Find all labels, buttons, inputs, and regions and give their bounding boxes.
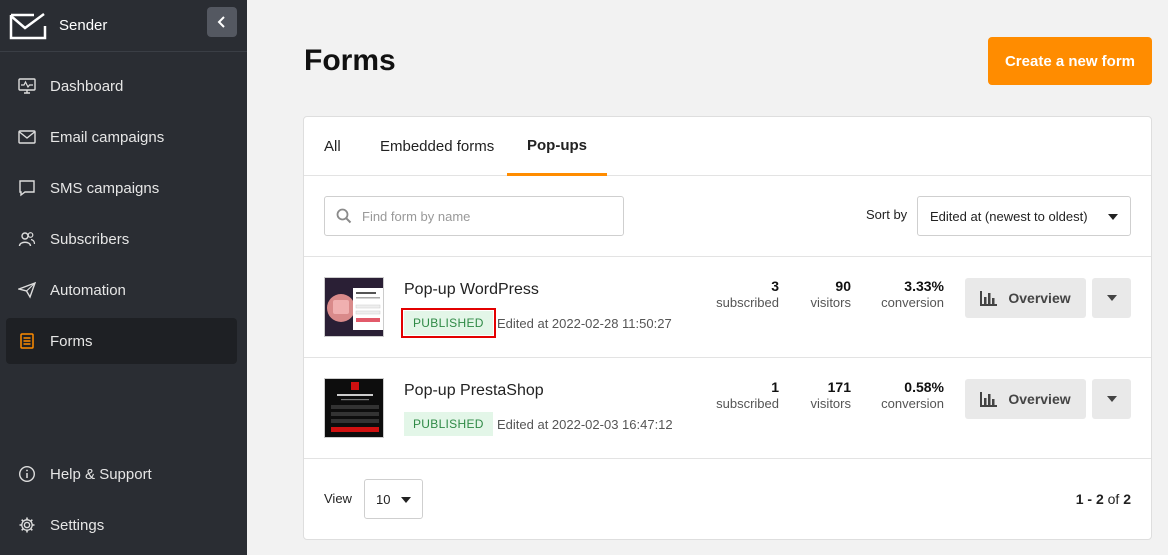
conversion-rate: 0.58% — [904, 379, 944, 395]
subscribed-label: subscribed — [716, 295, 779, 310]
form-icon — [17, 331, 37, 351]
search-input[interactable] — [362, 208, 602, 224]
gear-icon — [17, 515, 37, 535]
form-thumbnail — [324, 378, 384, 438]
users-icon — [17, 229, 37, 249]
subscribed-count: 1 — [771, 379, 779, 395]
form-row[interactable]: Pop-up WordPress PUBLISHED Edited at 202… — [304, 257, 1151, 358]
per-page-value: 10 — [376, 491, 391, 507]
paper-plane-icon — [17, 280, 37, 300]
form-name[interactable]: Pop-up WordPress — [404, 281, 539, 299]
monitor-icon — [17, 76, 37, 96]
brand: Sender — [0, 0, 247, 52]
visitors-label: visitors — [810, 295, 851, 310]
forms-card: All Embedded forms Pop-ups Sort by Edite… — [303, 116, 1152, 540]
pagination-range: 1 - 2 — [1075, 491, 1104, 507]
conversion-label: conversion — [881, 295, 944, 310]
view-label: View — [324, 491, 352, 506]
envelope-icon — [17, 127, 37, 147]
sidebar-item-label: Help & Support — [50, 465, 152, 483]
chevron-left-icon — [217, 16, 225, 28]
subscribed-stat: 1 subscribed — [716, 379, 779, 411]
tab-embedded-forms[interactable]: Embedded forms — [380, 117, 494, 176]
caret-down-icon — [401, 497, 411, 503]
sender-logo-icon — [9, 12, 47, 39]
pagination-summary: 1 - 2 of 2 — [1076, 491, 1131, 507]
caret-down-icon — [1106, 396, 1117, 402]
status-badge: PUBLISHED — [401, 308, 496, 338]
per-page-select[interactable]: 10 — [364, 479, 423, 519]
edited-timestamp: Edited at 2022-02-28 11:50:27 — [497, 316, 672, 331]
sidebar: Sender Dashboard Email campaigns SMS cam… — [0, 0, 247, 555]
search-box[interactable] — [324, 196, 624, 236]
create-new-form-button[interactable]: Create a new form — [988, 37, 1152, 85]
form-name[interactable]: Pop-up PrestaShop — [404, 382, 544, 400]
overview-label: Overview — [1008, 391, 1071, 407]
page-title: Forms — [304, 44, 396, 77]
sidebar-item-help-support[interactable]: Help & Support — [6, 451, 237, 497]
bar-chart-icon — [980, 392, 998, 407]
pagination-of: of — [1107, 491, 1120, 507]
toolbar: Sort by Edited at (newest to oldest) — [304, 176, 1151, 257]
conversion-stat: 0.58% conversion — [881, 379, 944, 411]
sidebar-item-label: Automation — [50, 281, 126, 299]
bar-chart-icon — [980, 291, 998, 306]
subscribed-count: 3 — [771, 278, 779, 294]
overview-button[interactable]: Overview — [965, 379, 1086, 419]
more-actions-button[interactable] — [1092, 278, 1131, 318]
form-row[interactable]: Pop-up PrestaShop PUBLISHED Edited at 20… — [304, 358, 1151, 459]
caret-down-icon — [1106, 295, 1117, 301]
sidebar-item-label: Subscribers — [50, 230, 130, 248]
pagination-total: 2 — [1123, 491, 1131, 507]
sidebar-item-subscribers[interactable]: Subscribers — [6, 216, 237, 262]
sort-selected-value: Edited at (newest to oldest) — [930, 208, 1088, 224]
overview-label: Overview — [1008, 290, 1071, 306]
tab-pop-ups[interactable]: Pop-ups — [507, 117, 607, 176]
tabs: All Embedded forms Pop-ups — [304, 117, 1151, 176]
edited-timestamp: Edited at 2022-02-03 16:47:12 — [497, 417, 673, 432]
sidebar-item-email-campaigns[interactable]: Email campaigns — [6, 114, 237, 160]
more-actions-button[interactable] — [1092, 379, 1131, 419]
sidebar-item-label: SMS campaigns — [50, 179, 160, 197]
overview-button[interactable]: Overview — [965, 278, 1086, 318]
sidebar-item-label: Dashboard — [50, 77, 124, 95]
subscribed-stat: 3 subscribed — [716, 278, 779, 310]
visitors-stat: 90 visitors — [811, 278, 851, 310]
conversion-label: conversion — [881, 396, 944, 411]
conversion-rate: 3.33% — [904, 278, 944, 294]
caret-down-icon — [1108, 214, 1118, 220]
info-icon — [17, 464, 37, 484]
form-thumbnail — [324, 277, 384, 337]
sidebar-item-automation[interactable]: Automation — [6, 267, 237, 313]
sidebar-item-sms-campaigns[interactable]: SMS campaigns — [6, 165, 237, 211]
collapse-sidebar-button[interactable] — [207, 7, 237, 37]
subscribed-label: subscribed — [716, 396, 779, 411]
status-badge: PUBLISHED — [404, 412, 493, 436]
tab-all[interactable]: All — [324, 117, 341, 176]
brand-name: Sender — [59, 17, 108, 34]
sort-label: Sort by — [866, 207, 908, 222]
sidebar-item-forms[interactable]: Forms — [6, 318, 237, 364]
visitors-stat: 171 visitors — [811, 379, 851, 411]
sidebar-item-label: Forms — [50, 332, 93, 350]
sidebar-item-dashboard[interactable]: Dashboard — [6, 63, 237, 109]
sidebar-item-label: Settings — [50, 516, 105, 534]
visitors-count: 171 — [827, 379, 851, 395]
visitors-count: 90 — [835, 278, 851, 294]
visitors-label: visitors — [810, 396, 851, 411]
conversion-stat: 3.33% conversion — [881, 278, 944, 310]
sidebar-item-label: Email campaigns — [50, 128, 165, 146]
search-icon — [336, 208, 352, 224]
chat-icon — [17, 178, 37, 198]
sidebar-item-settings[interactable]: Settings — [6, 502, 237, 548]
sort-select[interactable]: Edited at (newest to oldest) — [917, 196, 1131, 236]
